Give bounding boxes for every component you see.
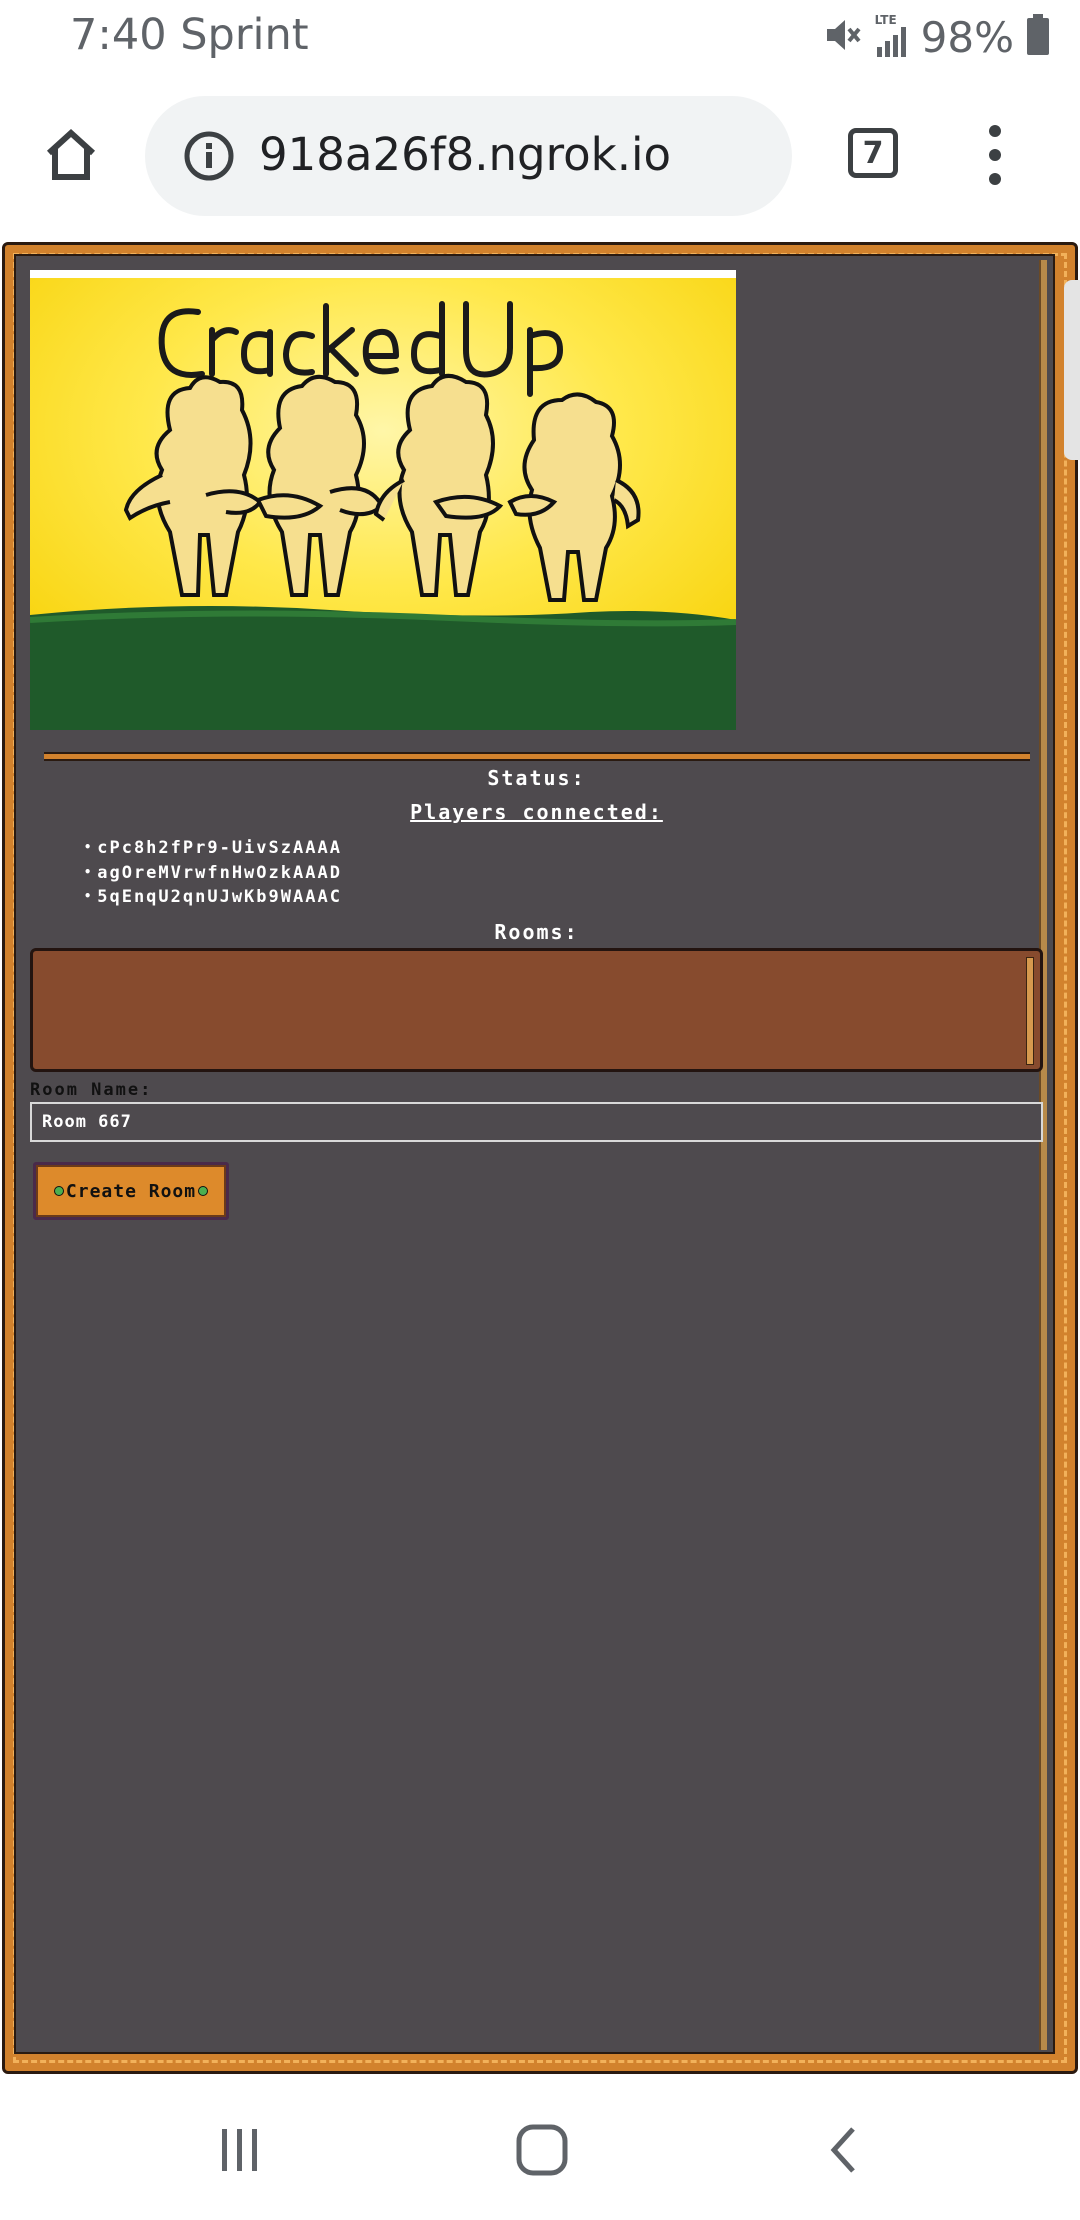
rooms-list[interactable] <box>30 948 1043 1072</box>
home-nav-button[interactable] <box>507 2115 577 2185</box>
page-scrollbar[interactable] <box>1064 280 1080 460</box>
panel-rail <box>1039 260 1047 2050</box>
menu-dot <box>989 149 1001 161</box>
status-bar: 7:40 Sprint LTE 98% <box>0 0 1080 80</box>
home-circle-icon <box>516 2124 568 2176</box>
browser-toolbar: 918a26f8.ngrok.io 7 <box>0 80 1080 230</box>
tabs-icon[interactable]: 7 <box>848 128 898 178</box>
status-icons: LTE 98% <box>823 12 1050 62</box>
player-item: agOreMVrwfnHwOzkAAAD <box>84 861 342 886</box>
players-connected-heading: Players connected: <box>410 800 663 824</box>
back-button[interactable] <box>810 2115 880 2185</box>
system-nav-bar <box>0 2075 1080 2220</box>
room-name-input[interactable] <box>30 1102 1043 1142</box>
status-time-carrier: 7:40 Sprint <box>70 10 309 60</box>
status-heading: Status: <box>487 766 586 790</box>
banner-illustration <box>30 270 736 730</box>
section-divider <box>44 752 1030 761</box>
recents-icon <box>222 2129 257 2171</box>
web-page: Status: Players connected: cPc8h2fPr9-Ui… <box>0 240 1080 2075</box>
home-icon <box>46 128 96 180</box>
url-text[interactable]: 918a26f8.ngrok.io <box>259 128 671 181</box>
create-room-label: Create Room <box>65 1180 197 1202</box>
create-room-button[interactable]: Create Room <box>33 1162 229 1220</box>
rooms-heading: Rooms: <box>494 920 579 944</box>
player-item: 5qEnqU2qnUJwKb9WAAAC <box>84 885 342 910</box>
game-panel: Status: Players connected: cPc8h2fPr9-Ui… <box>14 254 1055 2054</box>
battery-percent: 98% <box>920 12 1014 62</box>
menu-dot <box>989 173 1001 185</box>
player-item: cPc8h2fPr9-UivSzAAAA <box>84 836 342 861</box>
info-icon[interactable] <box>183 130 235 182</box>
recents-button[interactable] <box>205 2115 275 2185</box>
battery-icon <box>1026 14 1050 60</box>
cracked-up-banner <box>30 270 736 730</box>
button-stud-right <box>198 1186 209 1196</box>
button-stud-left <box>53 1186 64 1196</box>
url-bar[interactable]: 918a26f8.ngrok.io <box>145 96 792 216</box>
players-list: cPc8h2fPr9-UivSzAAAA agOreMVrwfnHwOzkAAA… <box>84 836 342 910</box>
mute-icon <box>823 15 863 59</box>
rooms-scrollbar[interactable] <box>1026 957 1034 1065</box>
signal-icon: LTE <box>875 13 909 59</box>
menu-dot <box>989 125 1001 137</box>
more-icon[interactable] <box>975 125 1015 185</box>
home-button[interactable] <box>36 120 106 190</box>
back-icon <box>830 2127 855 2173</box>
room-name-label: Room Name: <box>30 1080 153 1100</box>
